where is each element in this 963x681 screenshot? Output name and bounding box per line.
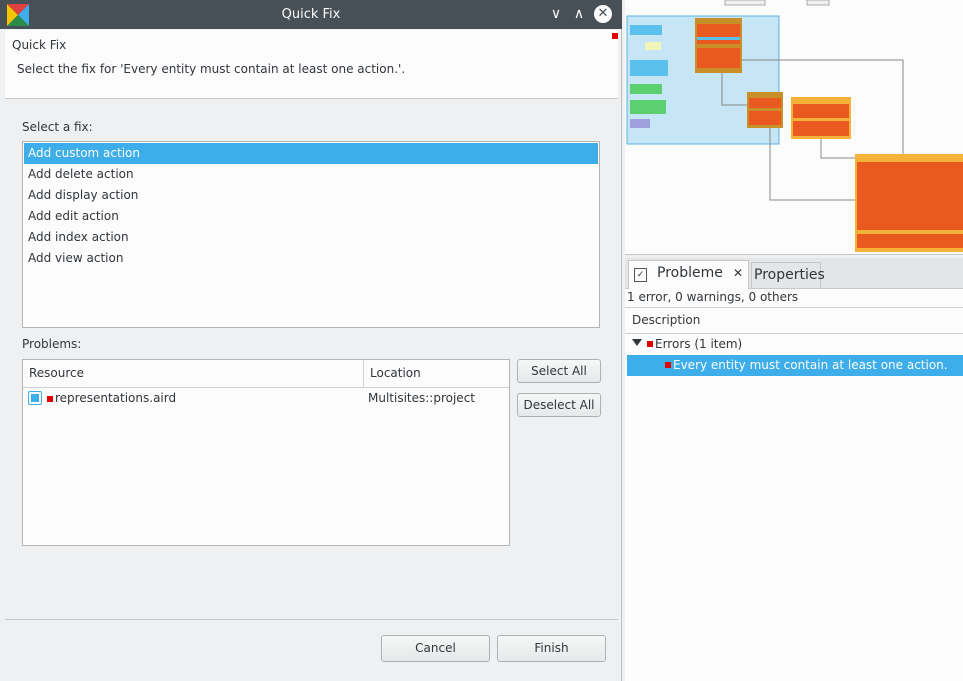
fix-item-view-action[interactable]: Add view action <box>24 248 598 269</box>
row-location: Multisites::project <box>368 391 475 405</box>
quick-fix-dialog: Quick Fix ∨ ∧ ✕ Quick Fix Select the fix… <box>0 0 622 681</box>
diagram-outline[interactable] <box>625 0 963 255</box>
table-row[interactable]: representations.aird Multisites::project <box>23 388 509 410</box>
problems-label: Problems: <box>22 337 82 351</box>
tab-problems[interactable]: ✓ Probleme ✕ <box>628 260 749 289</box>
error-marker-icon <box>612 33 618 39</box>
error-marker-icon <box>665 362 671 368</box>
fix-item-custom-action[interactable]: Add custom action <box>24 143 598 164</box>
row-checkbox[interactable] <box>28 391 42 405</box>
column-header-location[interactable]: Location <box>364 360 509 387</box>
problems-view-tabs: ✓ Probleme ✕ Properties <box>625 258 963 289</box>
error-item-label: Every entity must contain at least one a… <box>673 358 948 372</box>
fix-item-display-action[interactable]: Add display action <box>24 185 598 206</box>
column-header-description[interactable]: Description <box>625 307 963 334</box>
fix-item-index-action[interactable]: Add index action <box>24 227 598 248</box>
error-marker-icon <box>647 341 653 347</box>
separator <box>5 619 618 620</box>
table-header: Resource Location <box>23 360 509 388</box>
description-label: Description <box>632 313 701 327</box>
error-item[interactable]: Every entity must contain at least one a… <box>627 355 963 376</box>
header-message: Select the fix for 'Every entity must co… <box>17 62 406 76</box>
problems-table[interactable]: Resource Location representations.aird M… <box>22 359 510 546</box>
problems-summary: 1 error, 0 warnings, 0 others <box>627 290 799 304</box>
select-all-button[interactable]: Select All <box>517 359 601 383</box>
tab-problems-label: Probleme <box>657 265 723 281</box>
problems-panel: 1 error, 0 warnings, 0 others Descriptio… <box>625 289 963 681</box>
finish-button[interactable]: Finish <box>497 635 606 662</box>
title-bar[interactable]: Quick Fix ∨ ∧ ✕ <box>0 0 622 29</box>
deselect-all-button[interactable]: Deselect All <box>517 393 601 417</box>
close-icon[interactable]: ✕ <box>594 5 612 23</box>
tab-close-icon[interactable]: ✕ <box>733 266 743 280</box>
dialog-header: Quick Fix Select the fix for 'Every enti… <box>5 30 618 99</box>
fix-item-edit-action[interactable]: Add edit action <box>24 206 598 227</box>
errors-group-label: Errors (1 item) <box>655 337 743 351</box>
problems-icon: ✓ <box>634 268 647 282</box>
diagram-preview <box>626 0 963 252</box>
maximize-icon[interactable]: ∧ <box>570 5 588 23</box>
fix-item-delete-action[interactable]: Add delete action <box>24 164 598 185</box>
column-header-resource[interactable]: Resource <box>23 360 364 387</box>
row-resource: representations.aird <box>55 391 177 405</box>
cancel-button[interactable]: Cancel <box>381 635 490 662</box>
error-marker-icon <box>47 396 53 402</box>
expand-arrow-icon[interactable] <box>632 339 642 346</box>
tab-properties-label: Properties <box>754 267 825 283</box>
select-fix-label: Select a fix: <box>22 120 93 134</box>
minimize-icon[interactable]: ∨ <box>547 5 565 23</box>
header-title: Quick Fix <box>12 38 67 52</box>
window-title: Quick Fix <box>281 7 341 22</box>
fix-list[interactable]: Add custom action Add delete action Add … <box>22 141 600 328</box>
tab-properties[interactable]: Properties <box>751 262 825 288</box>
errors-group[interactable]: Errors (1 item) <box>625 334 963 355</box>
